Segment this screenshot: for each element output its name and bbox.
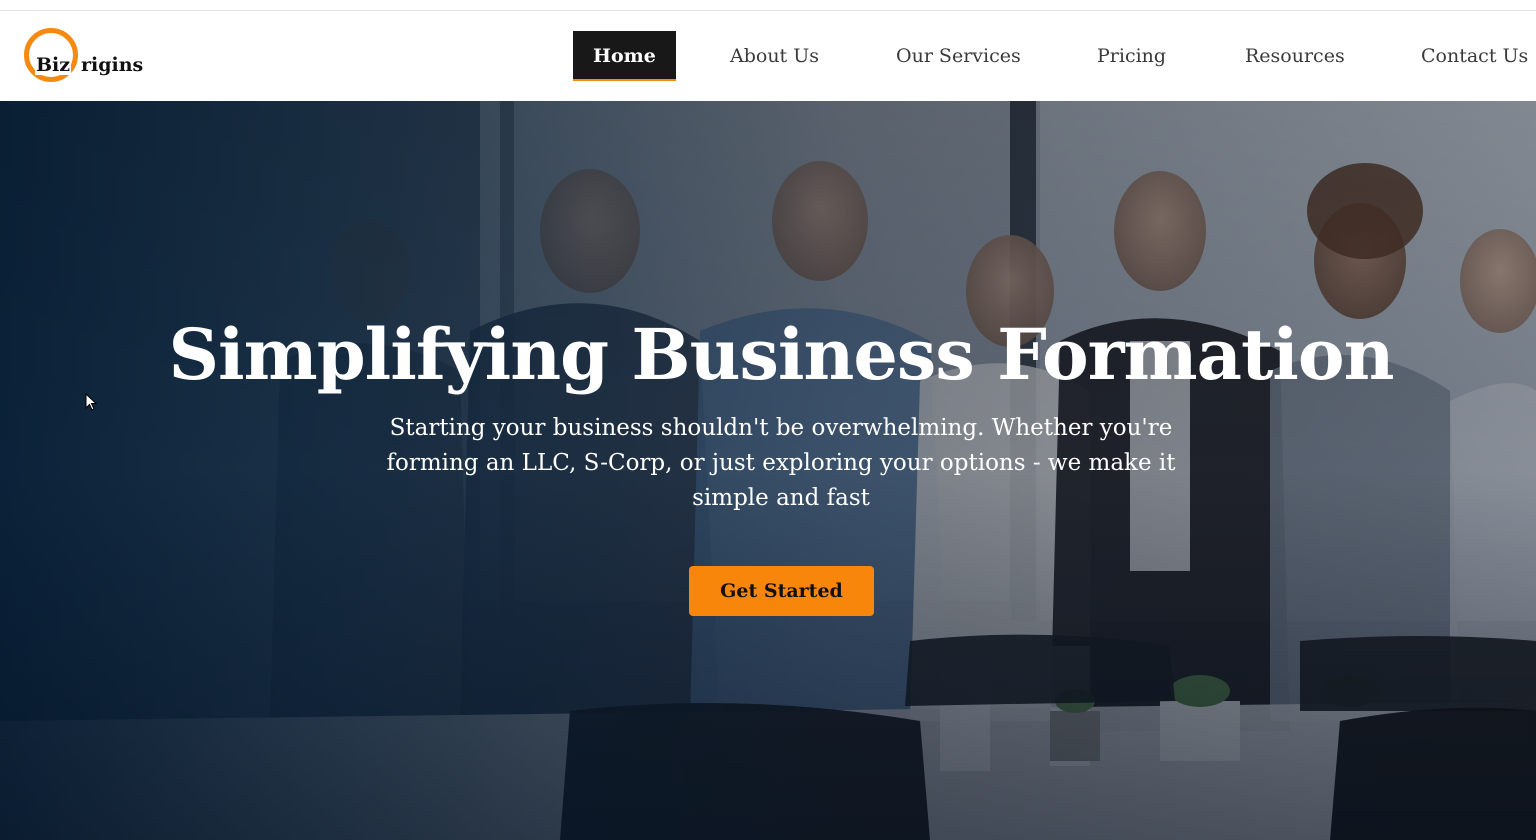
site-header: Biz rigins Home About Us Our Services Pr… [0,11,1536,101]
get-started-button[interactable]: Get Started [689,566,874,616]
nav-item-pricing[interactable]: Pricing [1097,31,1166,81]
logo-text-biz: Biz [35,54,72,76]
mouse-cursor-icon [85,393,98,411]
hero-subtitle: Starting your business shouldn't be over… [386,415,1176,511]
brand-logo[interactable]: Biz rigins [22,26,152,86]
hero-section: Simplifying Business Formation Starting … [0,101,1536,840]
nav-item-home[interactable]: Home [573,31,676,81]
nav-item-resources[interactable]: Resources [1245,31,1345,81]
hero-title: Simplifying Business Formation [168,313,1395,396]
nav-item-our-services[interactable]: Our Services [896,31,1021,81]
nav-item-contact-us[interactable]: Contact Us [1421,31,1528,81]
logo-text-rigins: rigins [81,54,144,76]
nav-item-about-us[interactable]: About Us [730,31,819,81]
